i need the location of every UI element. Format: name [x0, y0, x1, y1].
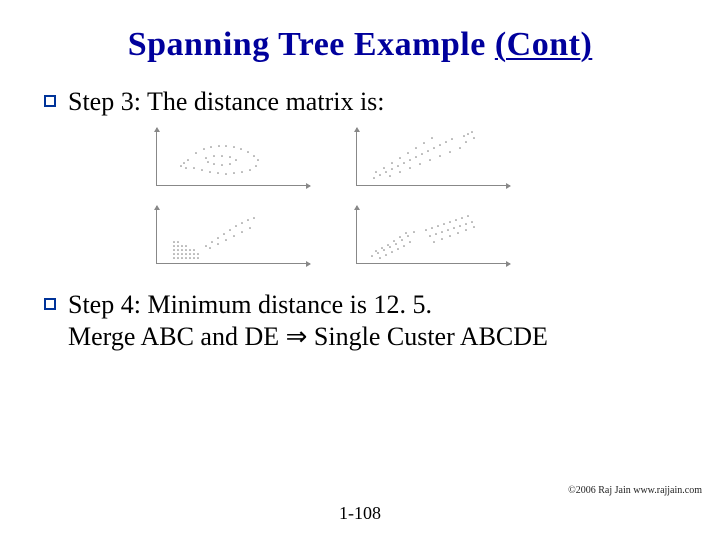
- plot-top-right: [350, 128, 510, 190]
- step3-text: Step 3: The distance matrix is:: [68, 86, 385, 119]
- page-number: 1-108: [0, 503, 720, 524]
- step4-line2-post: Single Custer ABCDE: [307, 322, 548, 351]
- implies-icon: ⇒: [286, 322, 308, 351]
- bullet-icon: [44, 95, 56, 107]
- scatter-icon: [156, 206, 306, 264]
- copyright-text: ©2006 Raj Jain www.rajjain.com: [568, 485, 702, 496]
- plot-bottom-right: [350, 206, 510, 268]
- scatter-icon: [356, 128, 506, 186]
- step4-row: Step 4: Minimum distance is 12. 5. Merge…: [44, 289, 676, 354]
- step3-row: Step 3: The distance matrix is:: [44, 86, 676, 119]
- plot-top-left: [150, 128, 310, 190]
- title-underlined: (Cont): [495, 26, 592, 63]
- figure-area: [150, 128, 510, 278]
- scatter-icon: [356, 206, 506, 264]
- bullet-icon: [44, 298, 56, 310]
- step4-text: Step 4: Minimum distance is 12. 5. Merge…: [68, 289, 548, 354]
- step4-line2-pre: Merge ABC and DE: [68, 322, 286, 351]
- title-plain: Spanning Tree Example: [128, 26, 495, 63]
- scatter-icon: [156, 128, 306, 186]
- slide-title: Spanning Tree Example (Cont): [0, 26, 720, 64]
- plot-bottom-left: [150, 206, 310, 268]
- slide: Spanning Tree Example (Cont) Step 3: The…: [0, 0, 720, 540]
- step4-line1: Step 4: Minimum distance is 12. 5.: [68, 290, 432, 319]
